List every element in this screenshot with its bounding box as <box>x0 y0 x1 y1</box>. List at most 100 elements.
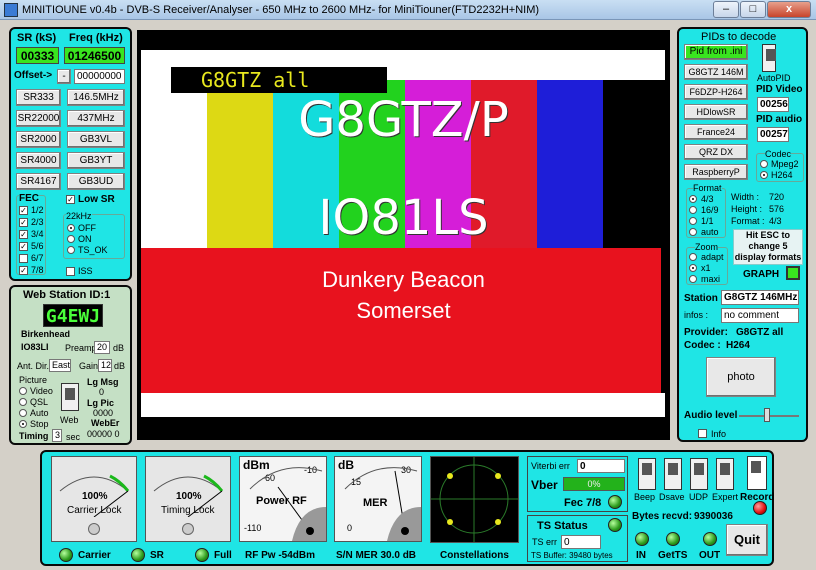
gain-field[interactable]: 12 <box>98 359 112 372</box>
zoom-x1-radio[interactable] <box>689 264 697 272</box>
zoom-maxi-radio[interactable] <box>689 275 697 283</box>
timing-field[interactable]: 3 <box>52 429 62 442</box>
fec-6-7-label: 6/7 <box>31 253 44 263</box>
pid-title: PIDs to decode <box>701 31 777 43</box>
video-line-locator: IO81LS <box>318 190 489 246</box>
picture-stop-label: Stop <box>30 419 49 429</box>
udp-label: UDP <box>689 492 709 502</box>
maximize-button[interactable]: □ <box>740 1 766 18</box>
web-switch[interactable] <box>61 383 79 411</box>
info-checkbox[interactable] <box>698 429 707 438</box>
picture-video-radio[interactable] <box>19 387 27 395</box>
pid-video-label: PID Video <box>756 84 803 95</box>
freq-button-1[interactable]: 146.5MHz <box>67 89 125 106</box>
close-button[interactable]: x <box>767 1 811 18</box>
pid-button-2[interactable]: G8GTZ 146M <box>684 64 748 80</box>
khz-on-radio[interactable] <box>67 235 75 243</box>
mer-label: MER <box>363 497 388 509</box>
format-169-radio[interactable] <box>689 206 697 214</box>
fec-7-8-checkbox[interactable]: ✓ <box>19 266 28 275</box>
dsave-switch[interactable] <box>664 458 682 490</box>
fec-2-3-checkbox[interactable]: ✓ <box>19 218 28 227</box>
carrier-led-label: Carrier <box>78 550 111 561</box>
freq-button-2[interactable]: 437MHz <box>67 110 125 127</box>
fec-led <box>608 495 622 509</box>
audio-level-label: Audio level <box>684 410 738 421</box>
gain-unit: dB <box>114 361 126 371</box>
picture-qsl-radio[interactable] <box>19 398 27 406</box>
ts-buffer-text: TS Buffer: 39480 bytes <box>531 551 613 560</box>
sr-led <box>131 548 145 562</box>
beep-switch[interactable] <box>638 458 656 490</box>
iss-checkbox[interactable] <box>66 267 75 276</box>
picture-stop-radio[interactable] <box>19 420 27 428</box>
zoom-label: Zoom <box>695 242 719 252</box>
infos-field[interactable]: no comment <box>721 308 799 323</box>
codec-h264-radio[interactable] <box>760 171 768 179</box>
graph-toggle[interactable] <box>786 266 800 280</box>
format-auto-radio[interactable] <box>689 228 697 236</box>
sr-button-2[interactable]: SR22000 <box>16 110 61 127</box>
sr-header: SR (kS) <box>17 32 57 44</box>
autopid-switch[interactable] <box>762 44 776 72</box>
mer-meter: dB 15 30 0 MER <box>334 456 422 542</box>
zoom-adapt-radio[interactable] <box>689 253 697 261</box>
antdir-field[interactable]: East <box>49 359 71 372</box>
fec-6-7-checkbox[interactable] <box>19 254 28 263</box>
title-bar: MINITIOUNE v0.4b - DVB-S Receiver/Analys… <box>0 0 816 20</box>
fec-5-6-checkbox[interactable]: ✓ <box>19 242 28 251</box>
zoom-adapt-label: adapt <box>701 252 724 262</box>
pid-button-ini[interactable]: Pid from .ini <box>684 44 748 60</box>
sr-button-1[interactable]: SR333 <box>16 89 61 106</box>
ts-err-label: TS err <box>532 537 558 547</box>
codec-mpeg2-radio[interactable] <box>760 160 768 168</box>
quit-button[interactable]: Quit <box>726 524 768 556</box>
offset-minus-button[interactable]: - <box>57 69 71 84</box>
pid-video-field[interactable]: 00256 <box>757 97 789 112</box>
pid-button-4[interactable]: HDlowSR <box>684 104 748 120</box>
sr-value[interactable]: 00333 <box>16 47 59 64</box>
gain-label: Gain <box>79 361 99 371</box>
freq-button-4[interactable]: GB3YT <box>67 152 125 169</box>
viterbi-field: 0 <box>577 459 625 473</box>
record-switch[interactable] <box>747 456 767 490</box>
pid-audio-label: PID audio <box>756 114 803 125</box>
format-11-radio[interactable] <box>689 217 697 225</box>
iss-label: ISS <box>78 266 93 276</box>
pid-audio-field[interactable]: 00257 <box>757 127 789 142</box>
picture-auto-radio[interactable] <box>19 409 27 417</box>
station-field[interactable]: G8GTZ 146MHz <box>721 290 799 305</box>
width-value: 720 <box>769 192 785 202</box>
vber-bar: 0% <box>563 477 625 491</box>
pid-button-5[interactable]: France24 <box>684 124 748 140</box>
pid-button-7[interactable]: RaspberryP <box>684 164 748 180</box>
audio-slider-thumb[interactable] <box>764 408 770 422</box>
photo-button[interactable]: photo <box>706 357 776 397</box>
getts-label: GetTS <box>658 550 688 561</box>
lgmsg-value: 0 <box>99 387 105 397</box>
khz-tsok-radio[interactable] <box>67 246 75 254</box>
bytes-value: 9390036 <box>694 511 733 522</box>
sr-button-5[interactable]: SR4167 <box>16 173 61 190</box>
fec-1-2-checkbox[interactable]: ✓ <box>19 206 28 215</box>
minimize-button[interactable]: – <box>713 1 739 18</box>
carrier-adjust-icon <box>88 523 100 535</box>
web-switch-label: Web <box>60 415 79 425</box>
web-location: Birkenhead <box>21 329 71 339</box>
fec-3-4-checkbox[interactable]: ✓ <box>19 230 28 239</box>
sr-button-4[interactable]: SR4000 <box>16 152 61 169</box>
freq-button-5[interactable]: GB3UD <box>67 173 125 190</box>
pid-button-3[interactable]: F6DZP-H264 <box>684 84 748 100</box>
format-43-radio[interactable] <box>689 195 697 203</box>
pid-button-6[interactable]: QRZ DX <box>684 144 748 160</box>
preamp-field[interactable]: 20 <box>94 341 110 354</box>
low-sr-checkbox[interactable]: ✓ <box>66 195 75 204</box>
fec-5-6-label: 5/6 <box>31 241 44 251</box>
udp-switch[interactable] <box>690 458 708 490</box>
freq-button-3[interactable]: GB3VL <box>67 131 125 148</box>
khz-off-radio[interactable] <box>67 224 75 232</box>
sr-button-3[interactable]: SR2000 <box>16 131 61 148</box>
offset-field[interactable]: 00000000 <box>74 69 125 84</box>
freq-value[interactable]: 01246500 <box>64 47 125 64</box>
expert-switch[interactable] <box>716 458 734 490</box>
